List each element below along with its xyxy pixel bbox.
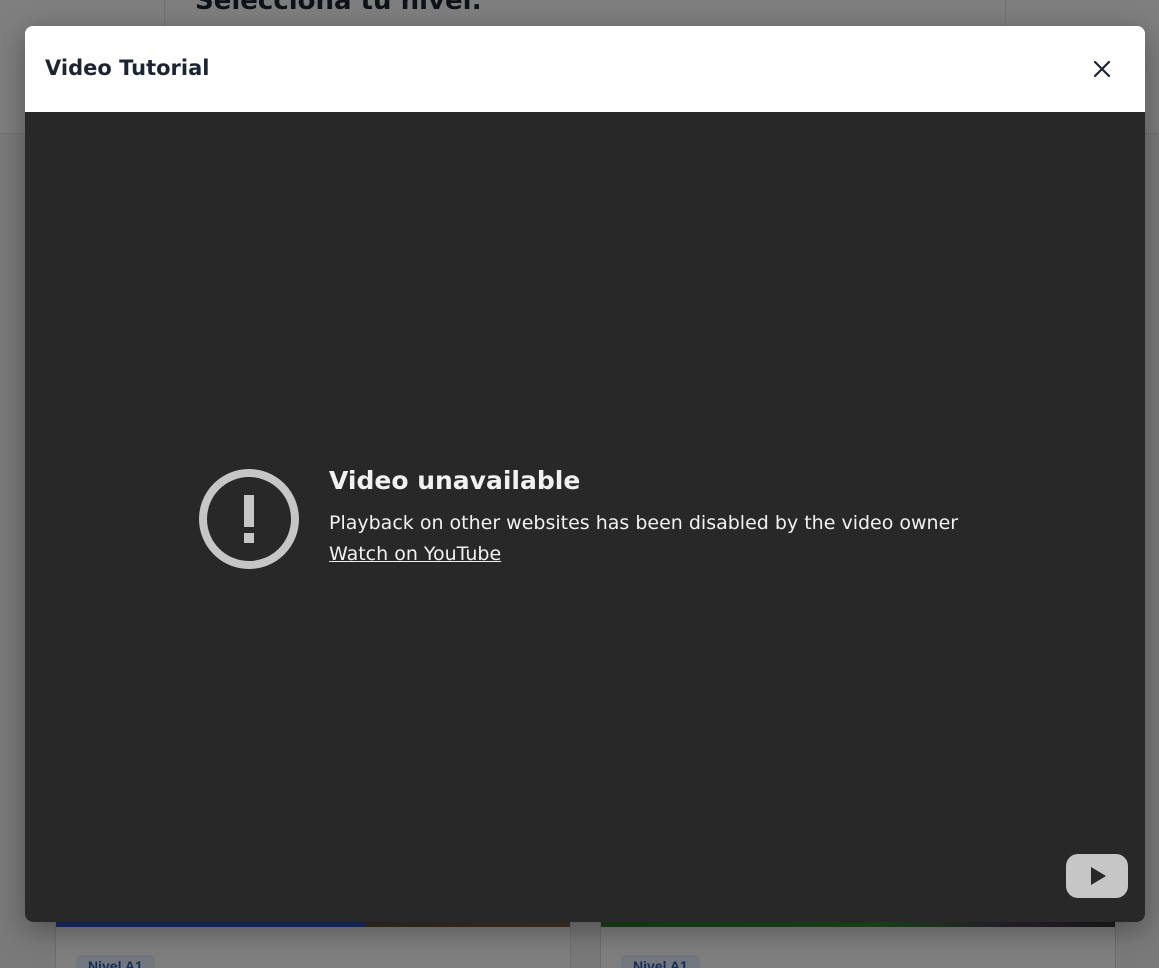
close-button[interactable]	[1087, 54, 1117, 84]
modal-title: Video Tutorial	[45, 56, 210, 80]
modal-header: Video Tutorial	[25, 26, 1145, 112]
watch-on-youtube-link[interactable]: Watch on YouTube	[329, 543, 501, 565]
youtube-logo-icon[interactable]	[1065, 853, 1129, 899]
video-tutorial-modal: Video Tutorial Video unavailable Playbac…	[25, 26, 1145, 922]
close-icon	[1093, 60, 1111, 78]
video-player[interactable]: Video unavailable Playback on other webs…	[25, 112, 1145, 922]
error-message: Playback on other websites has been disa…	[329, 512, 959, 534]
error-title: Video unavailable	[329, 466, 581, 495]
exclamation-circle-icon	[199, 469, 299, 569]
